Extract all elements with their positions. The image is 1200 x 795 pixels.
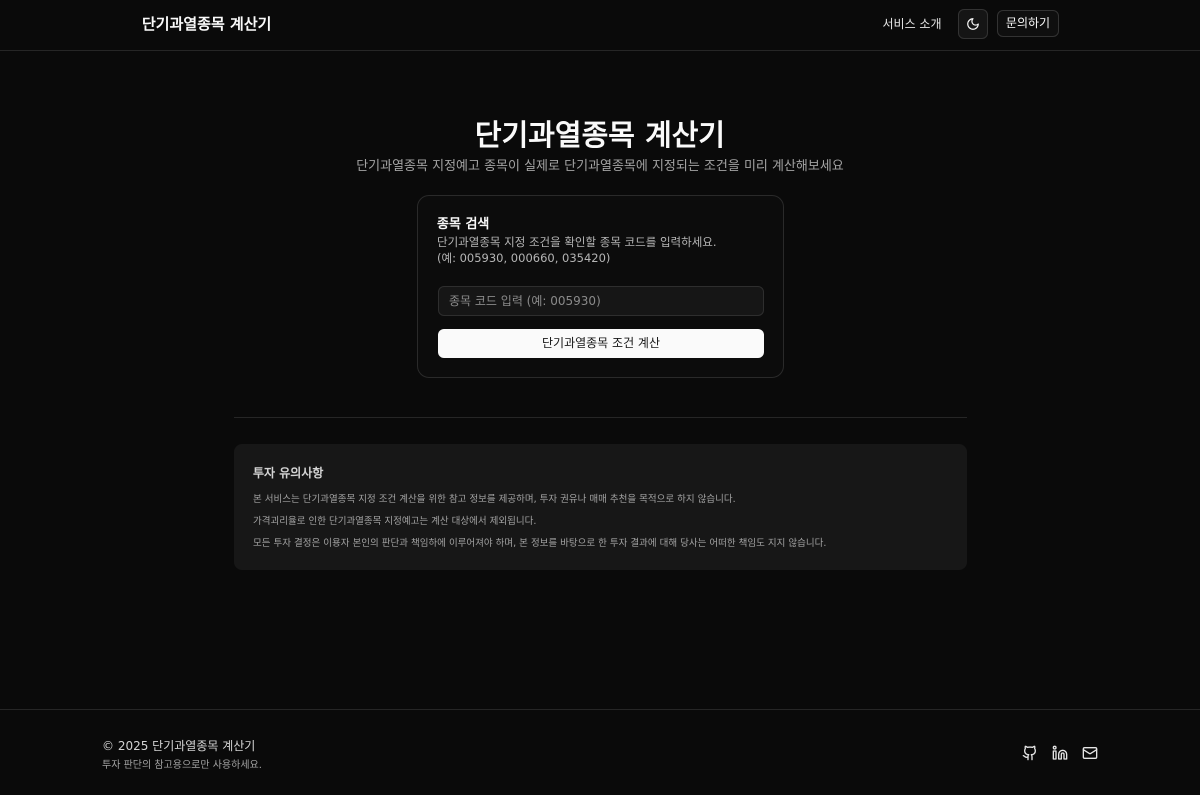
footer-note: 투자 판단의 참고용으로만 사용하세요.	[102, 760, 262, 771]
calculate-button[interactable]: 단기과열종목 조건 계산	[438, 329, 764, 358]
notice-line: 본 서비스는 단기과열종목 지정 조건 계산을 위한 참고 정보를 제공하며, …	[253, 494, 736, 505]
mail-icon	[1082, 747, 1098, 759]
notice-line: 가격괴리율로 인한 단기과열종목 지정예고는 계산 대상에서 제외됩니다.	[253, 516, 537, 527]
section-divider	[234, 417, 967, 418]
stock-code-input[interactable]	[438, 286, 764, 316]
page-subtitle: 단기과열종목 지정예고 종목이 실제로 단기과열종목에 지정되는 조건을 미리 …	[356, 159, 844, 174]
site-header: 단기과열종목 계산기 서비스 소개 문의하기	[0, 0, 1200, 51]
notice-title: 투자 유의사항	[253, 466, 324, 480]
contact-button[interactable]: 문의하기	[997, 10, 1059, 37]
search-card-example-line: (예: 005930, 000660, 035420)	[437, 251, 611, 265]
copyright-text: © 2025 단기과열종목 계산기	[102, 739, 256, 753]
search-card: 종목 검색 단기과열종목 지정 조건을 확인할 종목 코드를 입력하세요. (예…	[417, 195, 784, 378]
github-link[interactable]	[1021, 744, 1039, 762]
theme-toggle-button[interactable]	[958, 9, 988, 39]
search-card-title: 종목 검색	[437, 217, 490, 232]
notice-line: 모든 투자 결정은 이용자 본인의 판단과 책임하에 이루어져야 하며, 본 정…	[253, 538, 827, 549]
search-card-description-line: 단기과열종목 지정 조건을 확인할 종목 코드를 입력하세요.	[437, 235, 717, 249]
investment-notice: 투자 유의사항 본 서비스는 단기과열종목 지정 조건 계산을 위한 참고 정보…	[234, 444, 967, 570]
site-footer: © 2025 단기과열종목 계산기 투자 판단의 참고용으로만 사용하세요.	[0, 709, 1200, 795]
linkedin-icon	[1052, 745, 1068, 760]
brand-title[interactable]: 단기과열종목 계산기	[142, 13, 271, 34]
search-card-description: 단기과열종목 지정 조건을 확인할 종목 코드를 입력하세요. (예: 0059…	[437, 234, 767, 266]
linkedin-link[interactable]	[1051, 744, 1069, 762]
nav-link-about[interactable]: 서비스 소개	[876, 14, 948, 34]
github-icon	[1022, 745, 1037, 761]
mail-link[interactable]	[1081, 744, 1099, 762]
moon-icon	[967, 18, 979, 30]
page-title: 단기과열종목 계산기	[474, 118, 726, 152]
